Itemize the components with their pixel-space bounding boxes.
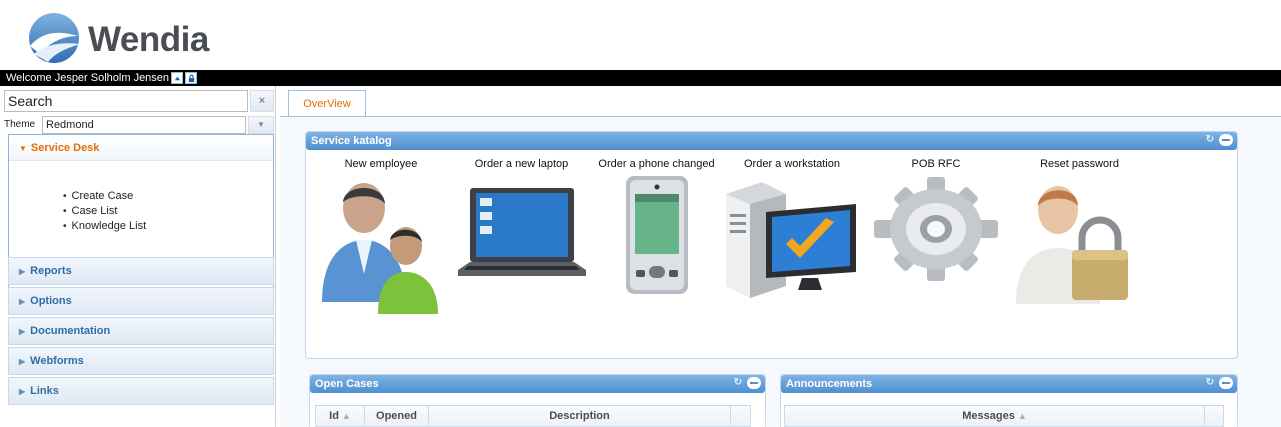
search-clear-button[interactable]: × <box>250 90 274 112</box>
service-pob-rfc[interactable]: POB RFC <box>866 158 1006 284</box>
tab-label: OverView <box>303 98 351 110</box>
accordion-header-service-desk[interactable]: ▼ Service Desk <box>9 135 273 161</box>
theme-select[interactable]: Redmond <box>42 116 246 134</box>
collapse-header-button[interactable] <box>171 72 184 84</box>
column-header-opened[interactable]: Opened <box>365 406 429 426</box>
service-desk-links: Create Case Case List Knowledge List <box>63 189 147 234</box>
logo: Wendia <box>22 10 209 66</box>
service-label: POB RFC <box>911 158 961 170</box>
logo-text: Wendia <box>88 20 209 59</box>
open-cases-grid-header: Id ▲ Opened Description <box>315 405 751 427</box>
portlet-title: Open Cases <box>315 378 379 390</box>
search-row: Search × <box>0 88 276 112</box>
service-new-employee[interactable]: New employee <box>316 158 446 314</box>
accordion-label: Links <box>30 385 59 397</box>
open-cases-portlet: Open Cases ↻ Id ▲ Opened Description <box>309 374 766 427</box>
laptop-icon <box>458 188 586 276</box>
column-header-description[interactable]: Description <box>429 406 731 426</box>
wendia-logo-icon <box>29 13 80 63</box>
portlet-header: Open Cases ↻ <box>310 375 765 393</box>
column-header-messages[interactable]: Messages ▲ <box>785 406 1205 426</box>
accordion-header-options[interactable]: ▶ Options <box>8 287 274 315</box>
users-icon <box>322 183 438 314</box>
tab-overview[interactable]: OverView <box>288 90 366 117</box>
accordion-header-reports[interactable]: ▶ Reports <box>8 257 274 285</box>
theme-dropdown-button[interactable]: ▼ <box>248 116 274 134</box>
link-knowledge-list[interactable]: Knowledge List <box>63 219 147 234</box>
sort-icon: ▲ <box>341 411 351 421</box>
page: Wendia Welcome Jesper Solholm Jensen Sea… <box>0 0 1281 427</box>
service-katalog-portlet: Service katalog ↻ New employee Order a n… <box>305 131 1238 359</box>
search-input[interactable]: Search <box>4 90 248 112</box>
lock-icon <box>188 74 194 82</box>
triangle-right-icon: ▶ <box>19 327 26 336</box>
triangle-down-icon: ▼ <box>19 144 27 153</box>
close-icon: × <box>258 95 266 107</box>
minimize-icon[interactable] <box>1219 377 1233 389</box>
service-label: Order a new laptop <box>474 158 569 170</box>
accordion-header-documentation[interactable]: ▶ Documentation <box>8 317 274 345</box>
service-order-phone[interactable]: Order a phone changed <box>594 158 719 299</box>
triangle-right-icon: ▶ <box>19 357 26 366</box>
chevron-down-icon: ▼ <box>257 120 265 129</box>
service-label: New employee <box>344 158 418 170</box>
triangle-right-icon: ▶ <box>19 387 26 396</box>
gear-icon <box>874 177 998 281</box>
link-case-list[interactable]: Case List <box>63 204 146 219</box>
column-header-id[interactable]: Id ▲ <box>316 406 365 426</box>
accordion-label: Webforms <box>30 355 84 367</box>
portlet-header: Announcements ↻ <box>781 375 1237 393</box>
service-label: Order a phone changed <box>598 158 715 170</box>
triangle-right-icon: ▶ <box>19 297 26 306</box>
refresh-icon[interactable]: ↻ <box>1204 377 1216 389</box>
grid-spacer <box>731 406 750 426</box>
accordion-label: Documentation <box>30 325 111 337</box>
sort-icon: ▲ <box>1017 411 1027 421</box>
service-label: Order a workstation <box>744 158 840 170</box>
accordion-title: Service Desk <box>30 142 100 154</box>
service-label: Reset password <box>1040 158 1119 170</box>
minimize-icon[interactable] <box>1219 134 1233 146</box>
theme-label: Theme <box>4 119 36 130</box>
service-reset-password[interactable]: Reset password <box>1012 158 1147 314</box>
service-order-workstation[interactable]: Order a workstation <box>722 158 862 299</box>
refresh-icon[interactable]: ↻ <box>732 377 744 389</box>
announcements-grid-header: Messages ▲ <box>784 405 1224 427</box>
grid-spacer <box>1205 406 1223 426</box>
portlet-title: Announcements <box>786 378 873 390</box>
refresh-icon[interactable]: ↻ <box>1204 134 1216 146</box>
welcome-text: Welcome Jesper Solholm Jensen <box>6 72 170 84</box>
sidebar: Search × Theme Redmond ▼ ▼Service Desk C… <box>0 86 276 427</box>
phone-icon <box>626 176 688 294</box>
accordion-label: Reports <box>30 265 72 277</box>
arrow-up-icon <box>174 76 180 80</box>
accordion-header-links[interactable]: ▶ Links <box>8 377 274 405</box>
workstation-icon <box>726 182 856 298</box>
portlet-header: Service katalog ↻ <box>306 132 1237 150</box>
portlet-title: Service katalog <box>311 135 392 147</box>
service-order-laptop[interactable]: Order a new laptop <box>454 158 589 294</box>
user-lock-icon <box>1016 186 1128 304</box>
accordion-header-webforms[interactable]: ▶ Webforms <box>8 347 274 375</box>
logout-button[interactable] <box>185 72 198 84</box>
triangle-right-icon: ▶ <box>19 267 26 276</box>
link-create-case[interactable]: Create Case <box>63 189 146 204</box>
minimize-icon[interactable] <box>747 377 761 389</box>
accordion-label: Options <box>30 295 72 307</box>
welcome-bar: Welcome Jesper Solholm Jensen <box>0 70 1281 86</box>
theme-row: Theme Redmond ▼ <box>0 116 276 134</box>
announcements-portlet: Announcements ↻ Messages ▲ <box>780 374 1238 427</box>
